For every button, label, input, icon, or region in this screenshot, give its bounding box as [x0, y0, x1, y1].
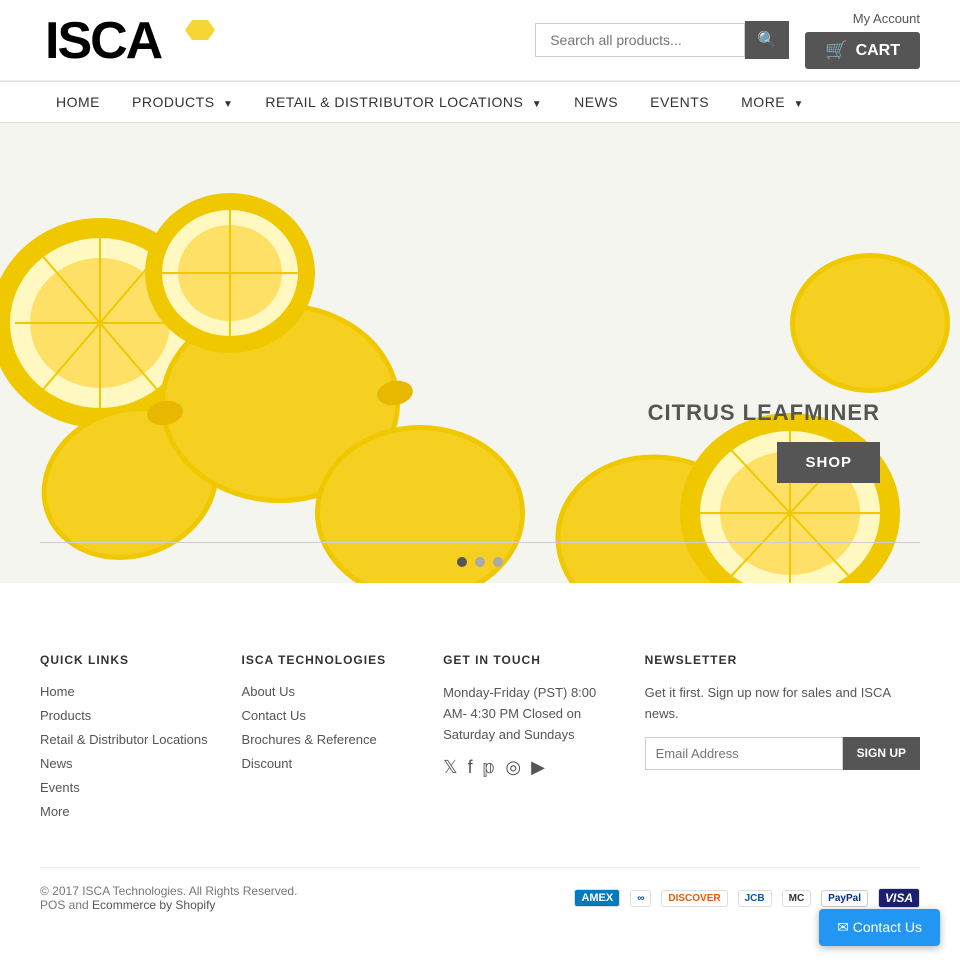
payment-jcb: JCB [738, 890, 772, 907]
search-button[interactable]: 🔍 [745, 21, 789, 59]
company-heading: ISCA TECHNOLOGIES [242, 653, 414, 667]
newsletter-description: Get it first. Sign up now for sales and … [645, 683, 920, 725]
nav-item-home[interactable]: HOME [40, 82, 116, 122]
hero-image: CITRUS LEAFMINER SHOP [0, 123, 960, 583]
shop-button[interactable]: SHOP [777, 442, 880, 483]
list-item: Retail & Distributor Locations [40, 731, 212, 747]
newsletter-email-input[interactable] [645, 737, 843, 770]
footer-link-about[interactable]: About Us [242, 684, 295, 699]
logo-svg: ISCA [40, 10, 220, 70]
get-in-touch-heading: GET IN TOUCH [443, 653, 615, 667]
nav-link-home[interactable]: HOME [40, 82, 116, 122]
payment-discover: DISCOVER [661, 890, 727, 907]
nav-item-news[interactable]: NEWS [558, 82, 634, 122]
footer-contact: GET IN TOUCH Monday-Friday (PST) 8:00 AM… [443, 653, 615, 827]
nav-item-events[interactable]: EVENTS [634, 82, 725, 122]
hero-section: CITRUS LEAFMINER SHOP [0, 123, 960, 583]
svg-text:ISCA: ISCA [45, 12, 163, 70]
nav-item-more[interactable]: MORE ▼ [725, 82, 820, 122]
nav-link-events[interactable]: EVENTS [634, 82, 725, 122]
hero-dot-3[interactable] [493, 557, 503, 567]
instagram-link[interactable]: ◎ [505, 757, 521, 778]
footer-link-news[interactable]: News [40, 756, 73, 771]
search-input[interactable] [535, 23, 745, 57]
chevron-down-icon: ▼ [794, 99, 804, 110]
footer-link-discount[interactable]: Discount [242, 756, 293, 771]
newsletter-form: SIGN UP [645, 737, 920, 770]
payment-diners: ∞ [630, 890, 651, 907]
footer-link-products[interactable]: Products [40, 708, 91, 723]
nav-link-news[interactable]: NEWS [558, 82, 634, 122]
list-item: More [40, 803, 212, 819]
cart-icon: 🛒 [825, 40, 847, 61]
footer-link-events[interactable]: Events [40, 780, 80, 795]
chevron-down-icon: ▼ [532, 99, 542, 110]
newsletter-heading: NEWSLETTER [645, 653, 920, 667]
footer-newsletter: NEWSLETTER Get it first. Sign up now for… [645, 653, 920, 827]
hero-lemons-svg [0, 123, 960, 583]
search-area: 🔍 [535, 21, 789, 59]
nav-item-products[interactable]: PRODUCTS ▼ [116, 82, 249, 122]
list-item: News [40, 755, 212, 771]
nav-link-more[interactable]: MORE ▼ [725, 82, 820, 122]
payment-visa: VISA [878, 888, 920, 908]
list-item: Brochures & Reference [242, 731, 414, 747]
chevron-down-icon: ▼ [223, 99, 233, 110]
newsletter-signup-button[interactable]: SIGN UP [843, 737, 920, 770]
list-item: Products [40, 707, 212, 723]
business-hours: Monday-Friday (PST) 8:00 AM- 4:30 PM Clo… [443, 683, 615, 745]
list-item: About Us [242, 683, 414, 699]
hero-dots [457, 557, 503, 567]
hero-title: CITRUS LEAFMINER [648, 400, 880, 426]
footer-link-brochures[interactable]: Brochures & Reference [242, 732, 377, 747]
main-nav: HOME PRODUCTS ▼ RETAIL & DISTRIBUTOR LOC… [0, 81, 960, 123]
payment-mastercard: MC [782, 890, 812, 907]
youtube-link[interactable]: ▶ [531, 757, 545, 778]
pinterest-link[interactable]: 𝕡 [483, 757, 496, 778]
nav-link-products[interactable]: PRODUCTS ▼ [116, 82, 249, 122]
hero-divider-line [40, 542, 920, 543]
footer-link-more[interactable]: More [40, 804, 70, 819]
quick-links-heading: QUICK LINKS [40, 653, 212, 667]
footer-quick-links: QUICK LINKS Home Products Retail & Distr… [40, 653, 212, 827]
cart-label: CART [856, 42, 900, 60]
payment-paypal: PayPal [821, 890, 868, 907]
list-item: Home [40, 683, 212, 699]
payment-amex: AMEX [574, 889, 620, 907]
twitter-link[interactable]: 𝕏 [443, 757, 458, 778]
footer-company: ISCA TECHNOLOGIES About Us Contact Us Br… [242, 653, 414, 827]
shopify-link[interactable]: Ecommerce by Shopify [92, 898, 215, 912]
footer-grid: QUICK LINKS Home Products Retail & Distr… [40, 653, 920, 827]
my-account-link[interactable]: My Account [853, 11, 920, 26]
footer-copyright: © 2017 ISCA Technologies. All Rights Res… [40, 884, 297, 912]
footer-bottom: © 2017 ISCA Technologies. All Rights Res… [40, 867, 920, 912]
hero-dot-2[interactable] [475, 557, 485, 567]
footer: QUICK LINKS Home Products Retail & Distr… [0, 603, 960, 932]
hero-dot-1[interactable] [457, 557, 467, 567]
list-item: Discount [242, 755, 414, 771]
header: ISCA 🔍 My Account 🛒 CART [0, 0, 960, 81]
cart-button[interactable]: 🛒 CART [805, 32, 920, 69]
hero-text-area: CITRUS LEAFMINER SHOP [648, 400, 880, 483]
footer-link-retail-distributor[interactable]: Retail & Distributor Locations [40, 732, 208, 747]
nav-link-locations[interactable]: RETAIL & DISTRIBUTOR LOCATIONS ▼ [249, 82, 558, 122]
floating-contact-button[interactable]: ✉ Contact Us [819, 909, 940, 946]
facebook-link[interactable]: f [468, 757, 473, 778]
footer-link-home[interactable]: Home [40, 684, 75, 699]
logo[interactable]: ISCA [40, 10, 220, 70]
payment-icons: AMEX ∞ DISCOVER JCB MC PayPal VISA [574, 888, 920, 908]
social-links: 𝕏 f 𝕡 ◎ ▶ [443, 757, 615, 778]
list-item: Contact Us [242, 707, 414, 723]
list-item: Events [40, 779, 212, 795]
nav-item-locations[interactable]: RETAIL & DISTRIBUTOR LOCATIONS ▼ [249, 82, 558, 122]
footer-link-contact[interactable]: Contact Us [242, 708, 306, 723]
